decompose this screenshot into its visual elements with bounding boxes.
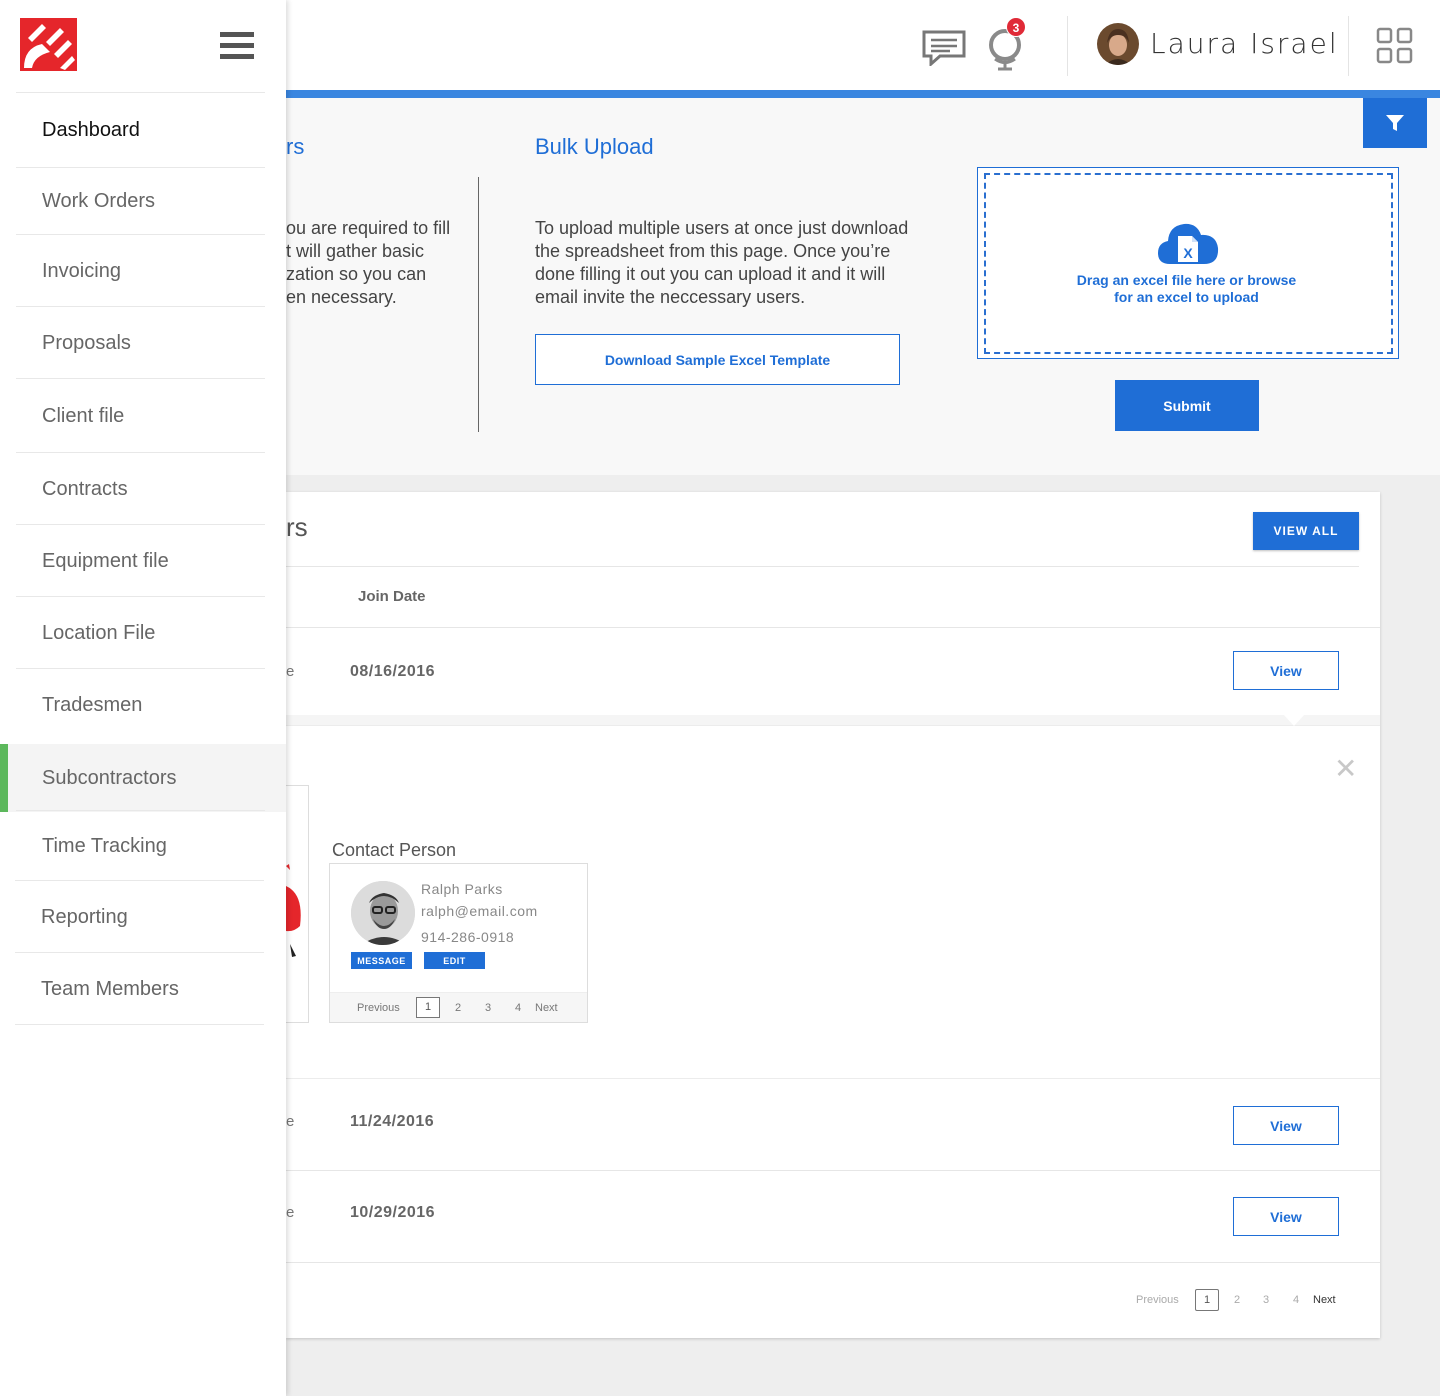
bulk-upload-title: Bulk Upload — [535, 134, 654, 159]
expand-panel-band — [286, 715, 1380, 725]
view-all-button[interactable]: VIEW ALL — [1253, 512, 1359, 550]
sidebar-item-equipment-file[interactable]: Equipment file — [16, 524, 265, 597]
contact-name: Ralph Parks — [421, 881, 503, 897]
svg-text:X: X — [1183, 245, 1193, 261]
panel-pointer — [1283, 714, 1305, 726]
divider — [286, 627, 1380, 628]
add-single-title: rs — [286, 134, 305, 159]
pagination-page-current[interactable]: 1 — [416, 997, 440, 1018]
row-join-date: 08/16/2016 — [350, 663, 436, 680]
column-divider — [478, 177, 479, 432]
sidebar-item-subcontractors[interactable]: Subcontractors — [8, 744, 286, 812]
header-accent-bar — [286, 90, 1440, 98]
sidebar-item-client-file[interactable]: Client file — [16, 378, 265, 453]
sidebar-item-reporting[interactable]: Reporting — [15, 880, 264, 953]
menu-icon[interactable] — [220, 32, 254, 59]
company-logo — [286, 864, 301, 957]
message-button[interactable]: MESSAGE — [351, 952, 412, 969]
view-button[interactable]: View — [1233, 651, 1339, 690]
sidebar-item-team-members[interactable]: Team Members — [15, 952, 264, 1025]
pagination-next[interactable]: Next — [1313, 1294, 1336, 1306]
chat-icon[interactable] — [922, 30, 966, 66]
pagination-previous[interactable]: Previous — [357, 1002, 400, 1014]
pagination-page[interactable]: 3 — [485, 1002, 491, 1014]
close-icon[interactable]: ✕ — [1334, 752, 1357, 785]
header-divider — [1067, 16, 1068, 76]
active-indicator — [0, 744, 8, 812]
sidebar-item-contracts[interactable]: Contracts — [16, 452, 265, 525]
filter-icon — [1386, 115, 1404, 131]
pagination-previous[interactable]: Previous — [1136, 1294, 1179, 1306]
edit-button[interactable]: EDIT — [424, 952, 485, 969]
contact-phone: 914-286-0918 — [421, 929, 515, 945]
filter-button[interactable] — [1363, 98, 1427, 148]
contact-avatar — [351, 881, 415, 945]
pagination-page[interactable]: 2 — [1234, 1294, 1240, 1306]
divider — [286, 1262, 1380, 1263]
contact-pagination: Previous 1 2 3 4 Next — [330, 992, 587, 1022]
table-cell: e — [286, 1113, 295, 1130]
list-pagination: Previous 1 2 3 4 Next — [1120, 1288, 1350, 1312]
card-title: rs — [286, 512, 308, 542]
sidebar-item-proposals[interactable]: Proposals — [16, 306, 265, 379]
table-cell: e — [286, 1204, 295, 1221]
user-name[interactable]: Laura Israel — [1150, 27, 1339, 60]
notification-badge: 3 — [1006, 17, 1026, 37]
contact-person-label: Contact Person — [332, 840, 457, 860]
pagination-page[interactable]: 4 — [515, 1002, 521, 1014]
sidebar-item-location-file[interactable]: Location File — [16, 596, 265, 669]
divider — [286, 1170, 1380, 1171]
view-button[interactable]: View — [1233, 1197, 1339, 1236]
brand-logo[interactable] — [20, 18, 77, 71]
view-button[interactable]: View — [1233, 1106, 1339, 1145]
row-join-date: 10/29/2016 — [350, 1204, 436, 1221]
sidebar-item-invoicing[interactable]: Invoicing — [16, 234, 265, 307]
add-single-description: ou are required to fill t will gather ba… — [286, 218, 451, 307]
cloud-upload-excel-icon: X — [1158, 223, 1219, 264]
submit-button[interactable]: Submit — [1115, 380, 1259, 431]
sidebar-divider — [15, 1024, 264, 1025]
sidebar-item-time-tracking[interactable]: Time Tracking — [16, 810, 265, 881]
download-template-button[interactable]: Download Sample Excel Template — [535, 334, 900, 385]
company-logo-card — [286, 785, 309, 1023]
apps-grid-icon[interactable] — [1376, 27, 1414, 65]
sidebar-item-work-orders[interactable]: Work Orders — [16, 167, 265, 235]
table-cell: e — [286, 663, 295, 680]
user-avatar[interactable] — [1097, 23, 1139, 65]
contact-email[interactable]: ralph@email.com — [421, 903, 538, 919]
bulk-upload-description: To upload multiple users at once just do… — [535, 218, 909, 307]
pagination-page[interactable]: 2 — [455, 1002, 461, 1014]
pagination-page-current[interactable]: 1 — [1195, 1289, 1219, 1311]
row-join-date: 11/24/2016 — [350, 1113, 435, 1130]
pagination-page[interactable]: 3 — [1263, 1294, 1269, 1306]
column-header-join-date: Join Date — [358, 588, 426, 605]
pagination-next[interactable]: Next — [535, 1002, 558, 1014]
dropzone-text: Drag an excel file here or browse for an… — [1076, 272, 1297, 305]
sidebar-item-tradesmen[interactable]: Tradesmen — [16, 668, 265, 741]
divider — [286, 566, 1359, 567]
header-divider — [1348, 16, 1349, 76]
sidebar-item-dashboard[interactable]: Dashboard — [16, 92, 265, 168]
pagination-page[interactable]: 4 — [1293, 1294, 1299, 1306]
